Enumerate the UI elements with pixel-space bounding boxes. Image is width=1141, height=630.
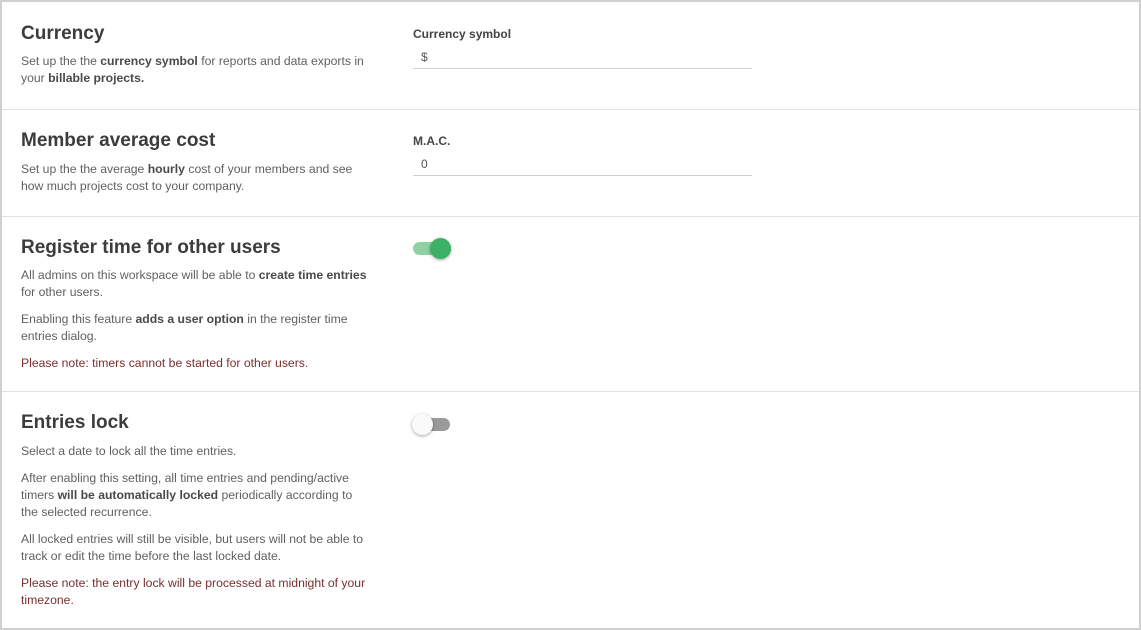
text-strong: currency symbol xyxy=(100,54,198,68)
mac-description: Set up the the average hourly cost of yo… xyxy=(21,161,371,195)
lock-description-2: After enabling this setting, all time en… xyxy=(21,470,371,521)
text: for other users. xyxy=(21,285,103,299)
register-note: Please note: timers cannot be started fo… xyxy=(21,356,309,370)
mac-label: M.A.C. xyxy=(413,134,451,148)
toggle-knob xyxy=(430,238,451,259)
text: Set up the the xyxy=(21,54,101,68)
register-time-section: Register time for other users All admins… xyxy=(2,217,1139,392)
member-average-cost-section: Member average cost Set up the the avera… xyxy=(2,110,1139,217)
text-strong: hourly xyxy=(147,162,185,176)
currency-title: Currency xyxy=(21,23,105,44)
lock-description-1: Select a date to lock all the time entri… xyxy=(21,444,237,458)
settings-panel: Currency Set up the the currency symbol … xyxy=(0,0,1141,630)
currency-description: Set up the the currency symbol for repor… xyxy=(21,53,371,87)
currency-section: Currency Set up the the currency symbol … xyxy=(2,2,1139,110)
entries-lock-toggle[interactable] xyxy=(412,413,453,435)
lock-description-3: All locked entries will still be visible… xyxy=(21,532,364,563)
text: All admins on this workspace will be abl… xyxy=(21,268,259,282)
entries-lock-section: Entries lock Select a date to lock all t… xyxy=(2,392,1139,628)
text-strong: billable projects. xyxy=(48,71,145,85)
mac-title: Member average cost xyxy=(21,130,216,151)
currency-symbol-input[interactable] xyxy=(413,45,752,69)
text-strong: adds a user option xyxy=(135,312,244,326)
text: Set up the the average xyxy=(21,162,148,176)
mac-input[interactable] xyxy=(413,152,752,176)
lock-title: Entries lock xyxy=(21,412,129,433)
register-description-1: All admins on this workspace will be abl… xyxy=(21,267,371,301)
currency-symbol-label: Currency symbol xyxy=(413,27,512,41)
text-strong: will be automatically locked xyxy=(57,488,219,502)
lock-note: Please note: the entry lock will be proc… xyxy=(21,576,366,607)
mac-field: M.A.C. xyxy=(413,133,752,176)
text: Enabling this feature xyxy=(21,312,136,326)
register-description-2: Enabling this feature adds a user option… xyxy=(21,311,371,345)
register-title: Register time for other users xyxy=(21,237,281,258)
text-strong: create time entries xyxy=(258,268,367,282)
register-time-toggle[interactable] xyxy=(413,237,453,259)
toggle-knob xyxy=(412,414,433,435)
currency-symbol-field: Currency symbol xyxy=(413,26,752,69)
